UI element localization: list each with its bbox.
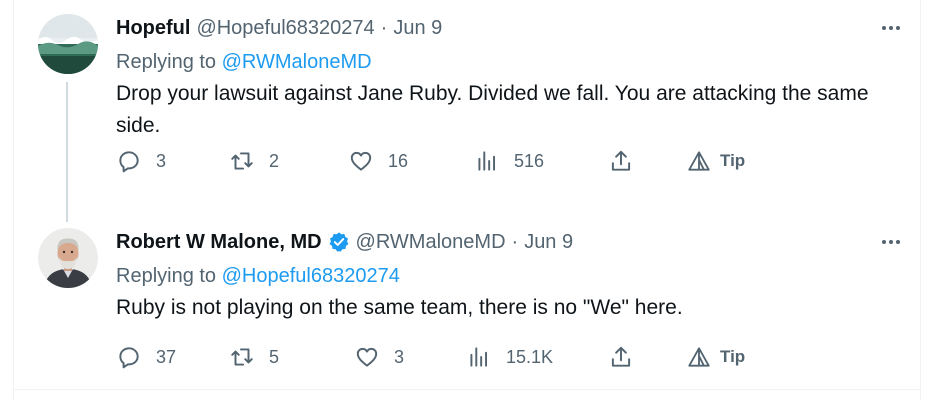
separator-dot: ·	[511, 230, 519, 253]
author-handle[interactable]: @RWMaloneMD	[356, 231, 506, 254]
reply-button[interactable]: 3	[116, 146, 166, 176]
tweet-date[interactable]: Jun 9	[524, 231, 573, 254]
tweet-header: Robert W Malone, MD @RWMaloneMD · Jun 9	[116, 228, 900, 256]
share-icon	[611, 150, 631, 171]
replying-to-label: Replying to	[116, 265, 217, 287]
replying-to-mention[interactable]: @Hopeful68320274	[222, 265, 400, 287]
avatar[interactable]	[38, 228, 98, 288]
retweet-icon	[231, 348, 253, 366]
share-button[interactable]	[608, 342, 634, 372]
more-icon[interactable]	[860, 14, 900, 42]
tweet-date[interactable]: Jun 9	[393, 17, 442, 40]
tweet-text: Drop your lawsuit against Jane Ruby. Div…	[116, 82, 869, 137]
more-icon[interactable]	[860, 228, 900, 256]
tweet-header: Hopeful @Hopeful68320274 · Jun 9	[116, 14, 900, 42]
views-count: 15.1K	[506, 346, 554, 367]
frame-border-bottom	[13, 389, 921, 390]
author-name[interactable]: Robert W Malone, MD	[116, 231, 322, 254]
retweet-button[interactable]: 2	[229, 146, 279, 176]
action-bar: 37 5 3 15.1K Tip	[14, 342, 920, 372]
retweet-count: 5	[269, 346, 280, 367]
like-icon	[350, 151, 372, 171]
reply-button[interactable]: 37	[116, 342, 176, 372]
tweet[interactable]: Robert W Malone, MD @RWMaloneMD · Jun 9 …	[14, 218, 920, 388]
views-icon	[478, 151, 496, 171]
reply-count: 3	[156, 150, 167, 171]
reply-icon	[119, 151, 139, 173]
tweet[interactable]: Hopeful @Hopeful68320274 · Jun 9 Replyin…	[14, 0, 920, 222]
like-count: 3	[394, 346, 405, 367]
tweet-text: Ruby is not playing on the same team, th…	[116, 296, 683, 319]
like-icon	[356, 347, 378, 367]
reply-icon	[119, 347, 139, 369]
like-count: 16	[388, 150, 409, 171]
share-button[interactable]	[608, 146, 634, 176]
tip-button[interactable]: Tip	[686, 342, 745, 372]
tip-label: Tip	[720, 151, 746, 170]
verified-badge-icon[interactable]	[328, 231, 350, 253]
views-icon	[470, 347, 488, 367]
views-button[interactable]: 15.1K	[466, 342, 553, 372]
tip-button[interactable]: Tip	[686, 146, 745, 176]
tweet-content: Hopeful @Hopeful68320274 · Jun 9 Replyin…	[116, 14, 900, 142]
tip-icon	[688, 151, 710, 171]
reply-count: 37	[156, 346, 177, 367]
like-button[interactable]: 3	[354, 342, 404, 372]
tweet-content: Robert W Malone, MD @RWMaloneMD · Jun 9 …	[116, 228, 900, 324]
replying-to-label: Replying to	[116, 51, 217, 73]
views-count: 516	[514, 150, 545, 171]
replying-to-mention[interactable]: @RWMaloneMD	[222, 51, 372, 73]
replying-to: Replying to @RWMaloneMD	[116, 48, 900, 76]
share-icon	[611, 346, 631, 367]
like-button[interactable]: 16	[348, 146, 408, 176]
frame-border-right	[920, 0, 921, 400]
avatar[interactable]	[38, 14, 98, 74]
replying-to: Replying to @Hopeful68320274	[116, 262, 900, 290]
retweet-count: 2	[269, 150, 280, 171]
retweet-icon	[231, 152, 253, 170]
separator-dot: ·	[380, 16, 388, 39]
tip-icon	[688, 347, 710, 367]
author-handle[interactable]: @Hopeful68320274	[196, 17, 374, 40]
views-button[interactable]: 516	[474, 146, 544, 176]
author-name[interactable]: Hopeful	[116, 17, 190, 40]
tip-label: Tip	[720, 347, 746, 366]
action-bar: 3 2 16 516 Tip	[14, 146, 920, 176]
retweet-button[interactable]: 5	[229, 342, 279, 372]
